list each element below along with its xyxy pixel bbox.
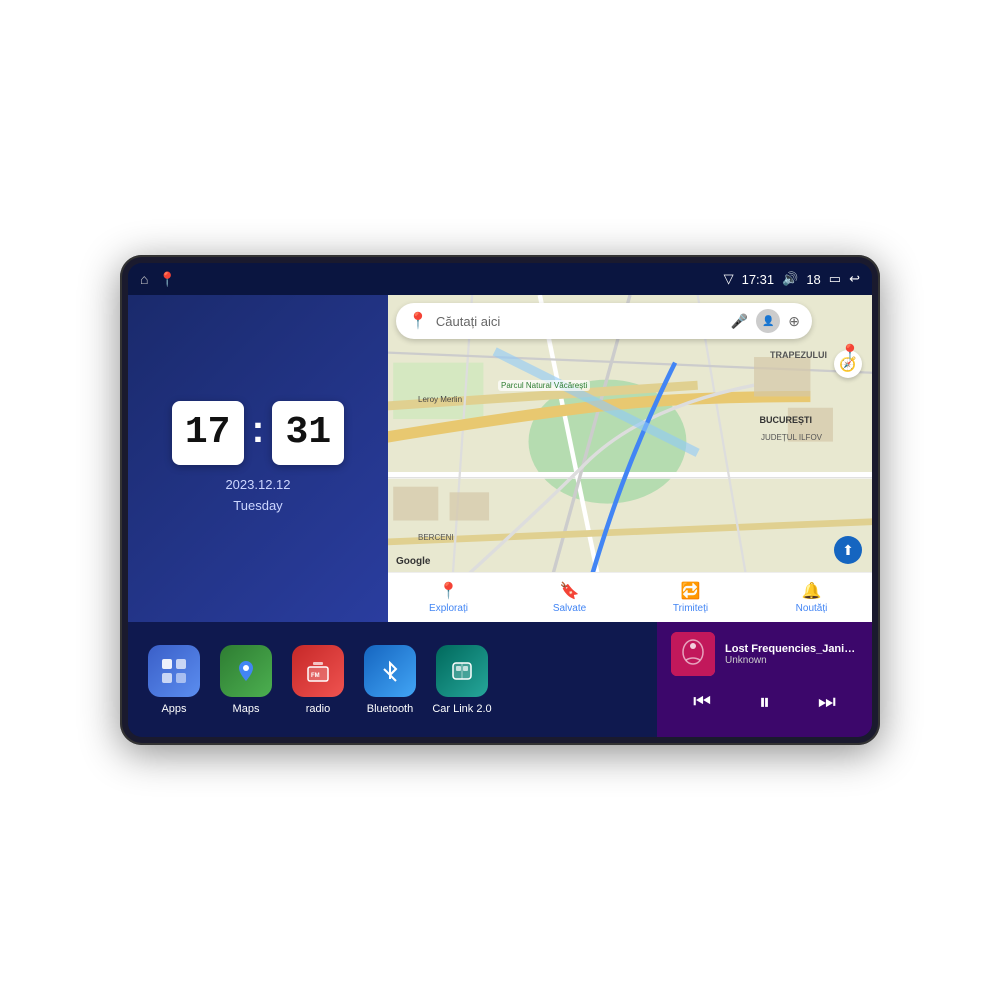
volume-icon: 🔊	[782, 271, 798, 287]
location-red-pin: 📍	[840, 343, 860, 363]
volume-level: 18	[806, 272, 820, 287]
maps-icon[interactable]	[220, 645, 272, 697]
prev-button[interactable]: ⏮	[684, 684, 720, 720]
map-label-ilfov: JUDEȚUL ILFOV	[761, 433, 822, 442]
back-icon[interactable]: ↩	[849, 271, 860, 287]
time-display: 17:31	[742, 272, 775, 287]
maps-label: Maps	[233, 703, 260, 715]
signal-icon: ▽	[724, 271, 734, 287]
screen: ⌂ 📍 ▽ 17:31 🔊 18 ▭ ↩ 17 :	[128, 263, 872, 737]
music-artist: Unknown	[725, 655, 858, 666]
music-panel: Lost Frequencies_Janieck Devy-... Unknow…	[657, 622, 872, 737]
map-nav-send[interactable]: 🔁 Trimiteți	[630, 581, 751, 614]
clock-date: 2023.12.12 Tuesday	[225, 475, 290, 517]
music-controls: ⏮ ⏸ ⏭	[671, 684, 858, 720]
status-bar: ⌂ 📍 ▽ 17:31 🔊 18 ▭ ↩	[128, 263, 872, 295]
map-label-trapezului: TRAPEZULUI	[770, 350, 827, 360]
map-nav-explore[interactable]: 📍 Explorați	[388, 581, 509, 614]
send-label: Trimiteți	[673, 603, 708, 614]
music-info-row: Lost Frequencies_Janieck Devy-... Unknow…	[671, 632, 858, 676]
map-label-vacaresti: Parcul Natural Văcărești	[498, 380, 590, 391]
app-item-bluetooth[interactable]: Bluetooth	[360, 645, 420, 715]
radio-label: radio	[306, 703, 330, 715]
status-right-info: ▽ 17:31 🔊 18 ▭ ↩	[724, 271, 860, 287]
carlink-icon[interactable]	[436, 645, 488, 697]
radio-icon[interactable]: FM	[292, 645, 344, 697]
app-item-carlink[interactable]: Car Link 2.0	[432, 645, 492, 715]
home-icon[interactable]: ⌂	[140, 271, 148, 287]
main-content: 17 : 31 2023.12.12 Tuesday 📍 Căutați aic…	[128, 295, 872, 737]
google-logo: Google	[396, 556, 430, 567]
top-row: 17 : 31 2023.12.12 Tuesday 📍 Căutați aic…	[128, 295, 872, 622]
maps-status-icon[interactable]: 📍	[158, 271, 175, 288]
map-nav-news[interactable]: 🔔 Noutăți	[751, 581, 872, 614]
battery-icon: ▭	[829, 271, 841, 287]
news-icon: 🔔	[802, 581, 822, 601]
explore-label: Explorați	[429, 603, 468, 614]
map-panel[interactable]: 📍 Căutați aici 🎤 👤 ⊕	[388, 295, 872, 622]
next-button[interactable]: ⏭	[809, 684, 845, 720]
map-label-leroy: Leroy Merlin	[418, 395, 462, 404]
map-nav-saved[interactable]: 🔖 Salvate	[509, 581, 630, 614]
mic-icon[interactable]: 🎤	[731, 313, 748, 330]
map-bottom-nav: 📍 Explorați 🔖 Salvate 🔁 Trimiteți �	[388, 572, 872, 622]
app-item-radio[interactable]: FM radio	[288, 645, 348, 715]
bluetooth-label: Bluetooth	[367, 703, 413, 715]
map-label-bucuresti: BUCUREȘTI	[759, 415, 812, 425]
date-text: 2023.12.12	[225, 477, 290, 492]
layers-icon[interactable]: ⊕	[788, 313, 800, 330]
music-text: Lost Frequencies_Janieck Devy-... Unknow…	[725, 643, 858, 666]
car-head-unit: ⌂ 📍 ▽ 17:31 🔊 18 ▭ ↩ 17 :	[120, 255, 880, 745]
send-icon: 🔁	[681, 581, 701, 601]
app-item-apps[interactable]: Apps	[144, 645, 204, 715]
apps-label: Apps	[161, 703, 186, 715]
app-icons-area: Apps Maps	[128, 622, 657, 737]
day-text: Tuesday	[233, 498, 282, 513]
play-pause-button[interactable]: ⏸	[746, 684, 782, 720]
status-left-icons: ⌂ 📍	[140, 271, 176, 288]
bluetooth-icon[interactable]	[364, 645, 416, 697]
music-thumbnail	[671, 632, 715, 676]
saved-label: Salvate	[553, 603, 586, 614]
map-label-berceni: BERCENI	[418, 533, 454, 542]
clock-panel: 17 : 31 2023.12.12 Tuesday	[128, 295, 388, 622]
music-title: Lost Frequencies_Janieck Devy-...	[725, 643, 858, 655]
map-pin-icon: 📍	[408, 311, 428, 331]
news-label: Noutăți	[796, 603, 828, 614]
carlink-label: Car Link 2.0	[432, 703, 491, 715]
svg-text:FM: FM	[311, 673, 320, 679]
clock-colon: :	[252, 409, 265, 452]
navigation-button[interactable]: ⬆	[834, 536, 862, 564]
apps-icon[interactable]	[148, 645, 200, 697]
clock-minute: 31	[272, 401, 344, 465]
clock-display: 17 : 31	[172, 401, 345, 465]
app-item-maps[interactable]: Maps	[216, 645, 276, 715]
saved-icon: 🔖	[560, 581, 580, 601]
user-avatar[interactable]: 👤	[756, 309, 780, 333]
map-search-bar[interactable]: 📍 Căutați aici 🎤 👤 ⊕	[396, 303, 812, 339]
bottom-row: Apps Maps	[128, 622, 872, 737]
clock-hour: 17	[172, 401, 244, 465]
explore-icon: 📍	[439, 581, 459, 601]
map-search-placeholder[interactable]: Căutați aici	[436, 314, 723, 329]
